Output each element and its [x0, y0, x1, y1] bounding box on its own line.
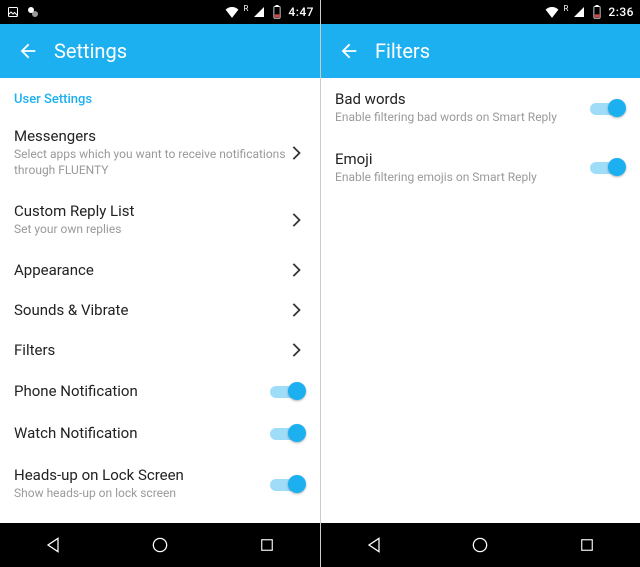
navigation-bar: [321, 523, 640, 567]
battery-icon: [270, 5, 284, 19]
screen-settings: R 4:47 Settings User Settings Messengers: [0, 0, 320, 567]
nav-recent-button[interactable]: [557, 523, 617, 567]
back-button[interactable]: [10, 33, 46, 69]
battery-icon: [590, 5, 604, 19]
nav-home-button[interactable]: [450, 523, 510, 567]
row-messengers[interactable]: Messengers Select apps which you want to…: [0, 115, 320, 190]
nav-back-button[interactable]: [344, 523, 404, 567]
row-phone-notification[interactable]: Phone Notification: [0, 370, 320, 412]
section-header: User Settings: [0, 78, 320, 115]
row-appearance[interactable]: Appearance: [0, 250, 320, 290]
row-title: Appearance: [14, 261, 286, 279]
signal-icon: [252, 5, 266, 19]
image-icon: [6, 5, 20, 19]
row-subtitle: Enable filtering bad words on Smart Repl…: [335, 110, 590, 126]
filters-list[interactable]: Bad words Enable filtering bad words on …: [321, 78, 640, 523]
screen-filters: R 2:36 Filters Bad words Enable filterin: [320, 0, 640, 567]
row-title: Custom Reply List: [14, 202, 286, 220]
row-title: Watch Notification: [14, 424, 270, 442]
nav-recent-button[interactable]: [237, 523, 297, 567]
back-arrow-icon: [17, 40, 39, 62]
row-sounds-vibrate[interactable]: Sounds & Vibrate: [0, 290, 320, 330]
wifi-icon: [225, 5, 239, 19]
row-subtitle: Enable filtering emojis on Smart Reply: [335, 170, 590, 186]
nav-home-button[interactable]: [130, 523, 190, 567]
status-time: 4:47: [288, 5, 314, 19]
row-title: Filters: [14, 341, 286, 359]
status-time: 2:36: [608, 5, 634, 19]
settings-list[interactable]: User Settings Messengers Select apps whi…: [0, 78, 320, 523]
row-subtitle: Set your own replies: [14, 222, 286, 238]
row-subtitle: Show heads-up on lock screen: [14, 486, 270, 502]
chevron-right-icon: [286, 213, 306, 227]
toggle-switch[interactable]: [590, 98, 626, 118]
appbar-title: Settings: [54, 39, 127, 63]
row-filters[interactable]: Filters: [0, 330, 320, 370]
row-emoji[interactable]: Emoji Enable filtering emojis on Smart R…: [321, 138, 640, 198]
roaming-icon: R: [563, 4, 568, 13]
status-bar: R 4:47: [0, 0, 320, 24]
row-title: Heads-up on Lock Screen: [14, 466, 270, 484]
app-bar: Filters: [321, 24, 640, 78]
toggle-switch[interactable]: [590, 157, 626, 177]
app-bar: Settings: [0, 24, 320, 78]
row-title: Bad words: [335, 90, 590, 108]
wifi-icon: [545, 5, 559, 19]
row-title: Emoji: [335, 150, 590, 168]
status-bar: R 2:36: [321, 0, 640, 24]
toggle-switch[interactable]: [270, 423, 306, 443]
back-arrow-icon: [338, 40, 360, 62]
chevron-right-icon: [286, 146, 306, 160]
toggle-switch[interactable]: [270, 474, 306, 494]
row-watch-notification[interactable]: Watch Notification: [0, 412, 320, 454]
row-heads-up-lock-screen[interactable]: Heads-up on Lock Screen Show heads-up on…: [0, 454, 320, 514]
navigation-bar: [0, 523, 320, 567]
notification-icon: [26, 5, 40, 19]
roaming-icon: R: [243, 4, 248, 13]
signal-icon: [572, 5, 586, 19]
chevron-right-icon: [286, 303, 306, 317]
row-bad-words[interactable]: Bad words Enable filtering bad words on …: [321, 78, 640, 138]
chevron-right-icon: [286, 343, 306, 357]
row-privacy-mode[interactable]: Privacy Mode Hide messages on the lock s…: [0, 513, 320, 523]
row-subtitle: Select apps which you want to receive no…: [14, 147, 286, 178]
toggle-switch[interactable]: [270, 381, 306, 401]
nav-back-button[interactable]: [23, 523, 83, 567]
row-custom-reply-list[interactable]: Custom Reply List Set your own replies: [0, 190, 320, 250]
row-title: Sounds & Vibrate: [14, 301, 286, 319]
back-button[interactable]: [331, 33, 367, 69]
row-title: Phone Notification: [14, 382, 270, 400]
row-title: Messengers: [14, 127, 286, 145]
appbar-title: Filters: [375, 39, 430, 63]
chevron-right-icon: [286, 263, 306, 277]
